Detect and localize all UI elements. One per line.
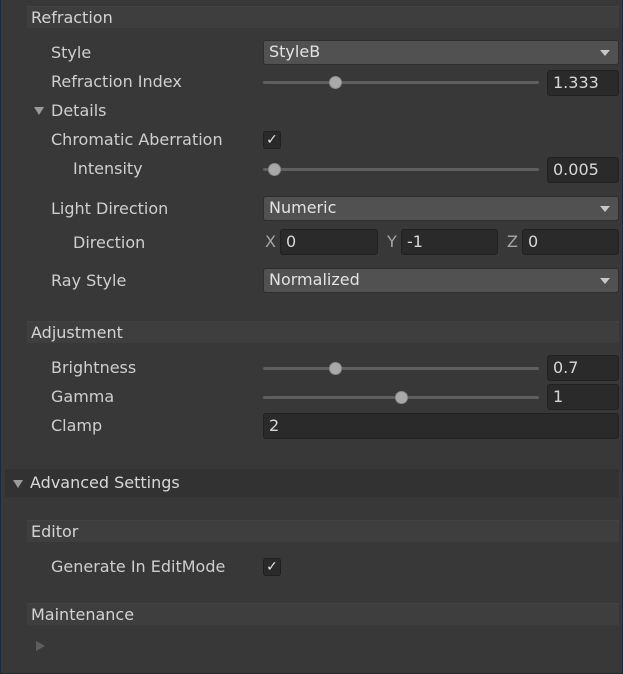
foldout-arrow-icon bbox=[13, 480, 23, 488]
inspector-panel: Refraction Style StyleB Refraction Index… bbox=[0, 0, 623, 674]
intensity-slider-thumb[interactable] bbox=[268, 163, 282, 176]
chevron-down-icon bbox=[600, 278, 610, 284]
brightness-field[interactable]: 0.7 bbox=[547, 355, 619, 381]
light-direction-dropdown-value: Numeric bbox=[269, 198, 337, 217]
ray-style-label: Ray Style bbox=[51, 271, 127, 290]
brightness-label: Brightness bbox=[51, 358, 137, 377]
chevron-down-icon bbox=[600, 50, 610, 56]
gamma-field[interactable]: 1 bbox=[547, 384, 619, 410]
light-direction-label: Light Direction bbox=[51, 199, 169, 218]
intensity-label: Intensity bbox=[73, 159, 143, 178]
refraction-index-label: Refraction Index bbox=[51, 72, 182, 91]
brightness-slider-track[interactable] bbox=[263, 362, 539, 375]
direction-label: Direction bbox=[73, 233, 146, 252]
refraction-index-slider-thumb[interactable] bbox=[328, 76, 342, 89]
gamma-label: Gamma bbox=[51, 387, 115, 406]
direction-x-axis-label: X bbox=[265, 232, 276, 251]
maintenance-foldout-arrow-icon[interactable] bbox=[36, 641, 45, 651]
direction-z-axis-label: Z bbox=[507, 232, 518, 251]
brightness-slider-thumb[interactable] bbox=[328, 362, 342, 375]
generate-in-editmode-checkbox[interactable]: ✓ bbox=[263, 558, 281, 576]
ray-style-dropdown[interactable]: Normalized bbox=[263, 268, 619, 293]
intensity-slider-track[interactable] bbox=[263, 163, 539, 176]
gamma-slider-track[interactable] bbox=[263, 391, 539, 404]
section-header-editor: Editor bbox=[27, 520, 619, 542]
direction-z-field[interactable]: 0 bbox=[522, 229, 619, 255]
section-header-adjustment: Adjustment bbox=[27, 321, 619, 343]
section-header-refraction: Refraction bbox=[27, 6, 619, 28]
ray-style-dropdown-value: Normalized bbox=[269, 270, 360, 289]
gamma-slider-thumb[interactable] bbox=[394, 391, 408, 404]
intensity-field[interactable]: 0.005 bbox=[547, 157, 619, 183]
direction-y-axis-label: Y bbox=[387, 232, 397, 251]
light-direction-dropdown[interactable]: Numeric bbox=[263, 196, 619, 221]
refraction-index-slider-track[interactable] bbox=[263, 76, 539, 89]
details-foldout-arrow-icon[interactable] bbox=[34, 107, 44, 115]
section-header-maintenance: Maintenance bbox=[27, 603, 619, 625]
checkmark-icon: ✓ bbox=[266, 559, 278, 575]
style-dropdown-value: StyleB bbox=[269, 42, 321, 61]
direction-x-field[interactable]: 0 bbox=[280, 229, 378, 255]
chromatic-aberration-checkbox[interactable]: ✓ bbox=[263, 131, 281, 149]
advanced-settings-foldout[interactable]: Advanced Settings bbox=[5, 469, 619, 497]
chevron-down-icon bbox=[600, 206, 610, 212]
refraction-index-field[interactable]: 1.333 bbox=[547, 70, 619, 96]
chromatic-aberration-label: Chromatic Aberration bbox=[51, 130, 223, 149]
details-foldout-label[interactable]: Details bbox=[51, 101, 106, 121]
style-dropdown[interactable]: StyleB bbox=[263, 40, 619, 65]
style-label: Style bbox=[51, 43, 92, 62]
direction-y-field[interactable]: -1 bbox=[401, 229, 498, 255]
checkmark-icon: ✓ bbox=[266, 132, 278, 148]
advanced-settings-label: Advanced Settings bbox=[30, 473, 180, 492]
generate-in-editmode-label: Generate In EditMode bbox=[51, 557, 226, 576]
clamp-field[interactable]: 2 bbox=[263, 413, 619, 439]
clamp-label: Clamp bbox=[51, 416, 103, 435]
